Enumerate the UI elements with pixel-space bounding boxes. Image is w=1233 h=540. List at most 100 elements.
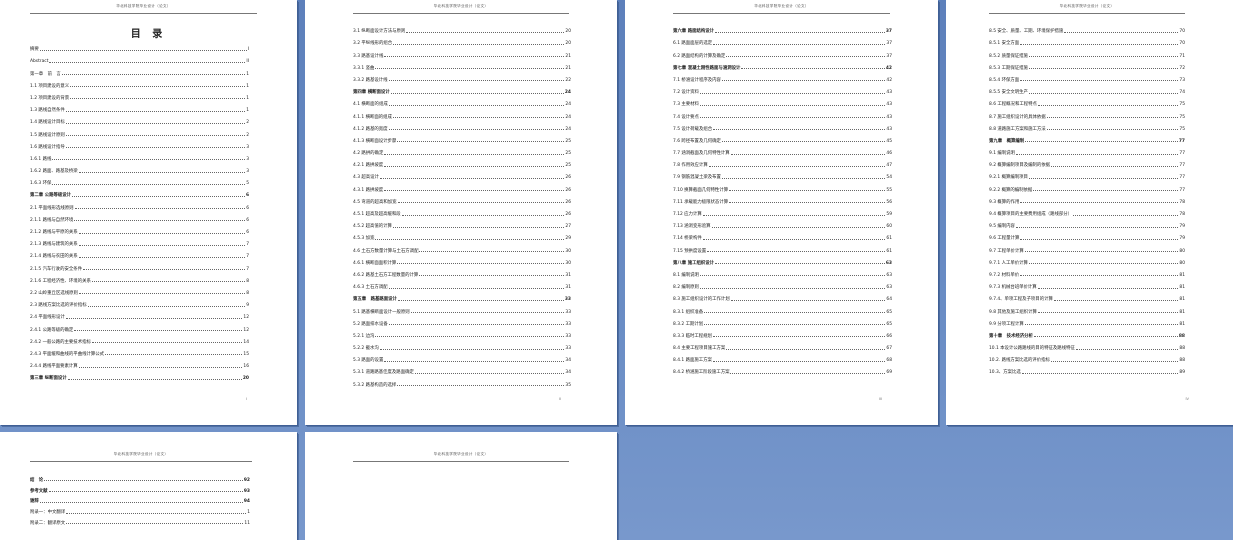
toc-entry[interactable]: 8.3.1 组织准备 65: [673, 302, 892, 315]
document-page-6[interactable]: 华北科技学院毕业设计（论文）: [305, 432, 617, 540]
toc-entry[interactable]: 2.4.1 公路等级的确定 12: [30, 320, 249, 333]
toc-entry[interactable]: 2.1.4 路线与农田的关系 7: [30, 247, 249, 259]
toc-entry[interactable]: 1.5 路线设计原则 2: [30, 125, 249, 138]
toc-entry[interactable]: 8.5.2 质量保证措施 71: [989, 46, 1185, 59]
toc-entry[interactable]: 1.6.3 环保 5: [30, 174, 249, 186]
toc-entry[interactable]: 4.1.2 路基的宽度 24: [353, 120, 571, 132]
toc-entry[interactable]: 7.14 桥梁构件 61: [673, 229, 892, 241]
toc-entry[interactable]: 7.5 设计荷载及组合 43: [673, 120, 892, 132]
toc-entry[interactable]: 9.8 其他及施工组织计算 81: [989, 302, 1185, 315]
toc-entry[interactable]: 5.3.2 路基构造的选择 35: [353, 375, 571, 388]
toc-entry[interactable]: 4.5.1 超高及超高缓和段 26: [353, 205, 571, 217]
toc-entry[interactable]: 9.2.1 概算编制项目 77: [989, 168, 1185, 180]
toc-entry[interactable]: 7.15 预拱度设置 61: [673, 241, 892, 254]
toc-entry[interactable]: 3.3.2 路基设计线 22: [353, 71, 571, 83]
toc-entry[interactable]: 2.4 平面线形设计 12: [30, 308, 249, 320]
toc-entry[interactable]: 9.1 编制说明 77: [989, 144, 1185, 156]
toc-entry[interactable]: 附录一：中文翻译 1: [30, 504, 250, 515]
toc-entry[interactable]: 5.2 路面排水设备 33: [353, 315, 571, 327]
toc-entry[interactable]: 4.2 路拱的确定 25: [353, 144, 571, 156]
toc-entry[interactable]: 摘要 I: [30, 40, 249, 52]
toc-entry[interactable]: 4.5 弯道的超高和加宽 26: [353, 193, 571, 205]
toc-entry[interactable]: 8.3.2 工期计划 65: [673, 315, 892, 327]
toc-entry[interactable]: 第二章 公路等级设计 6: [30, 186, 249, 198]
toc-entry[interactable]: 8.3 施工组织设计的工作计划 64: [673, 290, 892, 302]
toc-entry[interactable]: 1.6.2 路面、路基及桥梁 3: [30, 162, 249, 174]
toc-entry[interactable]: 3.2 平纵线形的组合 20: [353, 34, 571, 46]
toc-entry[interactable]: 7.1 桥涵设计程序及内容 42: [673, 71, 892, 83]
toc-entry[interactable]: 9.2.2 概算的编制依据 77: [989, 180, 1185, 193]
toc-entry[interactable]: 7.6 跨径布置及几何确定 45: [673, 132, 892, 144]
toc-entry[interactable]: 1.2 项目建设的背景 1: [30, 89, 249, 101]
toc-entry[interactable]: 8.5.3 工期保证措施 72: [989, 59, 1185, 71]
toc-entry[interactable]: 8.1 编制说明 63: [673, 266, 892, 278]
toc-entry[interactable]: 1.3 路线自然条件 1: [30, 101, 249, 113]
toc-entry[interactable]: 2.4.2 一般公路的主要技术指标 14: [30, 333, 249, 345]
toc-entry[interactable]: 8.7 施工组织设计的具体依据 75: [989, 107, 1185, 120]
toc-entry[interactable]: 1.1 项目建设的意义 1: [30, 77, 249, 89]
toc-entry[interactable]: 9.9 分项工程计算 81: [989, 315, 1185, 327]
toc-entry[interactable]: 第一章 前 言 1: [30, 64, 249, 77]
toc-entry[interactable]: 第五章 路基路面设计 33: [353, 290, 571, 302]
toc-entry[interactable]: 4.1.1 横断面的组成 24: [353, 107, 571, 120]
document-page-2[interactable]: 华北科技学院毕业设计（论文） 3.1 纵断面设计方法与原则 20 3.2 平纵线形的…: [305, 0, 617, 425]
toc-entry[interactable]: 2.1.5 汽车行驶的安全条件 7: [30, 259, 249, 272]
toc-entry[interactable]: 7.4 设计要点 43: [673, 107, 892, 120]
toc-entry[interactable]: 7.8 作用效应计算 47: [673, 156, 892, 168]
toc-entry[interactable]: 4.6.2 路基土石方工程数量的计算 31: [353, 266, 571, 278]
toc-entry[interactable]: 10.3、方案比选 89: [989, 363, 1185, 375]
toc-entry[interactable]: 4.5.3 加宽 29: [353, 229, 571, 241]
toc-entry[interactable]: 9.6 工程量计算 79: [989, 229, 1185, 241]
toc-entry[interactable]: 2.1.3 路线与建筑的关系 7: [30, 235, 249, 247]
toc-entry[interactable]: 第八章 施工组织设计 63: [673, 254, 892, 266]
toc-entry[interactable]: 10.2. 路线方案比选的评价指标 88: [989, 351, 1185, 363]
toc-entry[interactable]: 4.6.3 土石方调配 31: [353, 278, 571, 290]
toc-entry[interactable]: 9.2 概算编制项目及编制的依据 77: [989, 156, 1185, 168]
document-page-5[interactable]: 华北科技学院毕业设计（论文） 结 论 92 参考文献 93 谢辞 94 附录一：中文翻译 1 附…: [0, 432, 297, 540]
toc-entry[interactable]: 2.1.1 路线与自然环境 6: [30, 211, 249, 223]
toc-entry[interactable]: 7.2 设计资料 43: [673, 83, 892, 95]
toc-entry[interactable]: 第九章 概算编制 77: [989, 132, 1185, 144]
toc-entry[interactable]: 9.4 概算项目的主要费用组成（路线部分） 78: [989, 205, 1185, 217]
toc-entry[interactable]: 5.3.1 道路路基佳度及路面确定 34: [353, 363, 571, 375]
toc-entry[interactable]: 8.8 道路施工方案和施工方法 75: [989, 120, 1185, 132]
toc-entry[interactable]: 1.6 路线设计指导 3: [30, 138, 249, 150]
toc-entry[interactable]: 第四章 横断面设计 24: [353, 83, 571, 95]
toc-entry[interactable]: 5.2.1 边沟 33: [353, 327, 571, 339]
toc-entry[interactable]: 附录二：翻译原文 11: [30, 515, 250, 526]
toc-entry[interactable]: 8.5 安全、质量、工期、环境保护措施 70: [989, 22, 1185, 34]
toc-entry[interactable]: 9.3 概算的作用 78: [989, 193, 1185, 205]
toc-entry[interactable]: 8.4.1 路面施工方案 68: [673, 351, 892, 363]
toc-entry[interactable]: 9.7.3 机械台班单价计算 81: [989, 278, 1185, 290]
toc-entry[interactable]: 7.10 换算截面几何特性计算 55: [673, 180, 892, 193]
toc-entry[interactable]: 5.2.2 截水沟 33: [353, 339, 571, 351]
toc-entry[interactable]: 结 论 92: [30, 472, 250, 483]
toc-entry[interactable]: 4.6.1 横断面面积计算 30: [353, 254, 571, 266]
toc-entry[interactable]: 第十章 技术经济分析 88: [989, 327, 1185, 339]
toc-entry[interactable]: 1.4 路线设计目标 2: [30, 113, 249, 125]
toc-entry[interactable]: 4.5.2 超高值的计算 27: [353, 217, 571, 229]
document-page-3[interactable]: 华北科技学院毕业设计（论文） 第六章 路面结构设计 37 6.1 路面面层的选定 37…: [625, 0, 938, 425]
toc-entry[interactable]: 9.7.4、单项工程及子项目的计算 81: [989, 290, 1185, 302]
toc-entry[interactable]: 参考文献 93: [30, 483, 250, 494]
toc-entry[interactable]: 1.6.1 路线 3: [30, 150, 249, 162]
toc-entry[interactable]: 7.11 承载能力极限状态计算 56: [673, 193, 892, 205]
toc-entry[interactable]: 7.13 涵洞变形验算 60: [673, 217, 892, 229]
toc-entry[interactable]: 4.2.1 路拱坡度 25: [353, 156, 571, 168]
toc-entry[interactable]: 4.3 超高设计 26: [353, 168, 571, 180]
toc-entry[interactable]: 4.3.1 路拱坡度 26: [353, 180, 571, 193]
toc-entry[interactable]: 9.5 编制内容 79: [989, 217, 1185, 229]
toc-entry[interactable]: 4.1.3 横断面设计步骤 25: [353, 132, 571, 144]
toc-entry[interactable]: 10.1 本设计公路路线的目的特征及路线特征 88: [989, 339, 1185, 351]
toc-entry[interactable]: 8.5.5 安全文明生产 74: [989, 83, 1185, 95]
document-page-1[interactable]: 华北科技学院毕业设计（论文） 目 录 摘要 I Abstract II 第一章 前 言1…: [0, 0, 297, 425]
toc-entry[interactable]: Abstract II: [30, 52, 249, 64]
toc-entry[interactable]: 3.3 路基设计线 21: [353, 46, 571, 59]
toc-entry[interactable]: 第七章 混凝土刚性路面与涵洞设计 42: [673, 59, 892, 71]
toc-entry[interactable]: 8.5.4 环保方面 73: [989, 71, 1185, 83]
toc-entry[interactable]: 7.9 钢筋混凝土梁及布置 54: [673, 168, 892, 180]
toc-entry[interactable]: 7.12 应力计算 59: [673, 205, 892, 217]
toc-entry[interactable]: 2.4.4 路线平面要素计算 16: [30, 357, 249, 369]
toc-entry[interactable]: 9.7 工程单价计算 80: [989, 241, 1185, 254]
toc-entry[interactable]: 2.2 山岭重丘区选线原则 8: [30, 284, 249, 296]
